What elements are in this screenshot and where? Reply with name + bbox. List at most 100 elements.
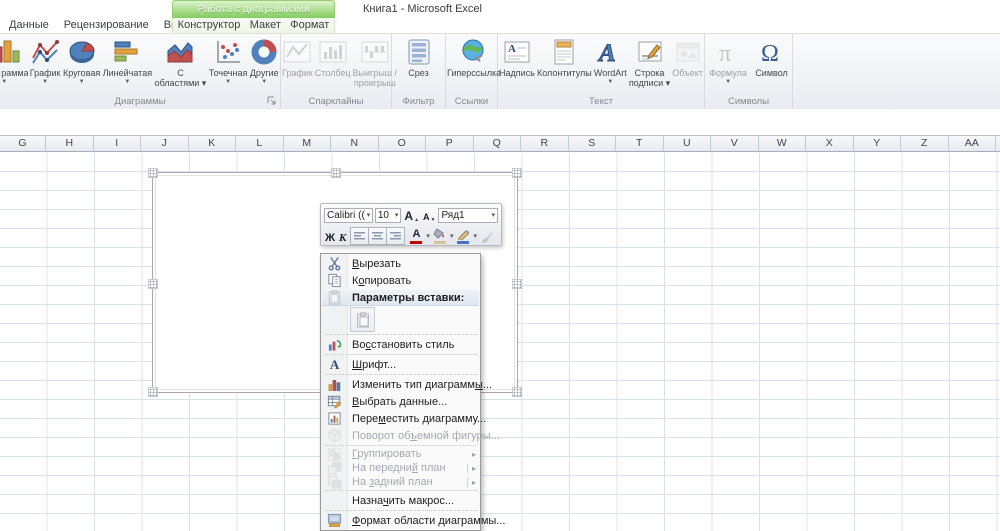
column-header-I[interactable]: I bbox=[94, 136, 141, 151]
chart-resize-handle[interactable] bbox=[512, 278, 522, 289]
italic-button[interactable]: К bbox=[338, 228, 347, 244]
header-footer-button[interactable]: Колонтитулы bbox=[536, 38, 593, 78]
grow-font-button[interactable]: А ▲ bbox=[403, 207, 420, 224]
menu-item-cut[interactable]: Вырезать bbox=[322, 255, 479, 272]
chevron-down-icon[interactable]: ▾ bbox=[426, 232, 430, 240]
svg-text:π: π bbox=[719, 41, 731, 66]
column-chart-3d-button[interactable]: рамма ▼ bbox=[0, 38, 28, 85]
scatter-chart-button[interactable]: Точечная ▼ bbox=[208, 38, 249, 85]
menu-item-bring-to-front: На передний план | ▸ bbox=[322, 461, 479, 475]
tab-review[interactable]: Рецензирование bbox=[64, 18, 149, 33]
grid-area[interactable]: Calibri (( ▾ 10 ▾ А ▲ А ▼ Ряд1 ▾ Ж К А ▾… bbox=[0, 153, 1000, 531]
signature-line-button[interactable]: Строка подписи ▾ bbox=[628, 38, 671, 88]
column-header-R[interactable]: R bbox=[521, 136, 569, 151]
ribbon-group-label: Фильтр bbox=[402, 96, 435, 107]
bold-button[interactable]: Ж bbox=[324, 228, 336, 244]
menu-item-change-chart-type[interactable]: Изменить тип диаграммы... bbox=[322, 376, 492, 393]
dialog-launcher-button[interactable] bbox=[267, 96, 277, 106]
ribbon-button-label: Круговая bbox=[62, 68, 101, 78]
contextual-tabs: Конструктор Макет Формат bbox=[172, 18, 335, 33]
paste-option-button[interactable] bbox=[350, 307, 375, 332]
omega-symbol-button[interactable]: Ω Символ bbox=[754, 38, 788, 78]
align-left-button[interactable] bbox=[350, 227, 370, 245]
clipboard-icon bbox=[322, 290, 347, 305]
chart-resize-handle[interactable] bbox=[148, 278, 158, 289]
ribbon-group-filter: Срез Фильтр bbox=[392, 34, 446, 109]
column-header-partial bbox=[996, 136, 1000, 151]
menu-item-format-chart-area[interactable]: Формат области диаграммы... bbox=[322, 512, 505, 529]
pie-chart-icon bbox=[68, 38, 96, 66]
contextual-tab-header: Работа с диаграммами bbox=[172, 0, 335, 19]
menu-item-label: Шрифт... bbox=[352, 358, 397, 371]
align-right-button[interactable] bbox=[386, 227, 406, 245]
fill-color-button[interactable] bbox=[433, 228, 447, 244]
column-header-Y[interactable]: Y bbox=[854, 136, 901, 151]
column-header-K[interactable]: K bbox=[189, 136, 236, 151]
column-header-N[interactable]: N bbox=[331, 136, 379, 151]
align-center-button[interactable] bbox=[368, 227, 388, 245]
chart-resize-handle[interactable] bbox=[148, 168, 158, 178]
shrink-font-button[interactable]: А ▼ bbox=[422, 207, 436, 223]
chevron-down-icon[interactable]: ▾ bbox=[450, 232, 454, 240]
shape-outline-button[interactable] bbox=[456, 228, 470, 244]
chart-resize-handle[interactable] bbox=[512, 387, 522, 397]
menu-item-move-chart[interactable]: Переместить диаграмму... bbox=[322, 410, 486, 427]
menu-item-label: Группировать bbox=[352, 448, 422, 460]
menu-item-assign-macro[interactable]: Назначить макрос... bbox=[322, 492, 479, 509]
column-header-W[interactable]: W bbox=[759, 136, 806, 151]
column-header-U[interactable]: U bbox=[664, 136, 711, 151]
menu-item-paste-options-header[interactable]: Параметры вставки: bbox=[322, 289, 479, 306]
chevron-down-icon[interactable]: ▾ bbox=[473, 232, 477, 240]
tab-format[interactable]: Формат bbox=[290, 18, 329, 33]
wordart-button[interactable]: A WordArt ▼ bbox=[593, 38, 628, 86]
column-header-G[interactable]: G bbox=[0, 136, 46, 151]
column-header-AA[interactable]: AA bbox=[949, 136, 996, 151]
column-header-M[interactable]: M bbox=[284, 136, 331, 151]
ribbon-button-label: Символ bbox=[755, 68, 788, 78]
tab-design[interactable]: Конструктор bbox=[178, 18, 241, 33]
chart-resize-handle[interactable] bbox=[512, 168, 522, 178]
column-header-Q[interactable]: Q bbox=[474, 136, 521, 151]
font-color-button[interactable]: А bbox=[409, 228, 423, 244]
chart-resize-handle[interactable] bbox=[148, 387, 158, 397]
column-header-L[interactable]: L bbox=[236, 136, 284, 151]
menu-item-copy[interactable]: Копировать bbox=[322, 272, 479, 289]
column-header-V[interactable]: V bbox=[711, 136, 759, 151]
object-icon bbox=[674, 38, 702, 66]
bar-chart-button[interactable]: Линейчатая ▼ bbox=[102, 38, 153, 85]
wordart-icon: A bbox=[596, 38, 624, 67]
area-chart-button[interactable]: Собластями ▾ bbox=[154, 38, 208, 88]
menu-item-label: На передний план bbox=[352, 462, 446, 474]
column-header-H[interactable]: H bbox=[46, 136, 94, 151]
ribbon-button-label: областями ▾ bbox=[154, 78, 207, 88]
column-header-S[interactable]: S bbox=[569, 136, 616, 151]
column-header-P[interactable]: P bbox=[426, 136, 474, 151]
ribbon-button-label: проигрыш bbox=[353, 78, 396, 88]
menu-item-select-data[interactable]: Выбрать данные... bbox=[322, 393, 479, 410]
menu-item-label: Переместить диаграмму... bbox=[352, 412, 487, 425]
textbox-icon: A bbox=[503, 38, 531, 66]
menu-item-font[interactable]: A Шрифт... bbox=[322, 356, 479, 373]
column-header-T[interactable]: T bbox=[616, 136, 664, 151]
paint-bucket-icon bbox=[433, 228, 444, 239]
slicer-button[interactable]: Срез bbox=[404, 38, 434, 78]
font-name-select[interactable]: Calibri (( ▾ bbox=[324, 207, 373, 223]
menu-item-paste-option[interactable] bbox=[322, 306, 479, 333]
font-size-select[interactable]: 10 ▾ bbox=[374, 207, 402, 223]
menu-item-reset-style[interactable]: Восстановить стиль bbox=[322, 336, 479, 353]
column-header-X[interactable]: X bbox=[806, 136, 854, 151]
ribbon-empty-space bbox=[793, 34, 1000, 109]
pie-chart-button[interactable]: Круговая ▼ bbox=[62, 38, 101, 85]
chart-element-select[interactable]: Ряд1 ▾ bbox=[438, 207, 498, 223]
column-header-Z[interactable]: Z bbox=[901, 136, 949, 151]
column-header-O[interactable]: O bbox=[379, 136, 426, 151]
hyperlink-globe-button[interactable]: Гиперссылка bbox=[446, 38, 502, 78]
textbox-button[interactable]: A Надпись bbox=[498, 38, 536, 78]
font-name-value: Calibri (( bbox=[327, 209, 365, 221]
tab-layout[interactable]: Макет bbox=[250, 18, 281, 33]
column-header-J[interactable]: J bbox=[141, 136, 189, 151]
line-chart-button[interactable]: График ▼ bbox=[29, 38, 62, 85]
donut-chart-button[interactable]: Другие ▼ bbox=[249, 38, 280, 85]
tab-data[interactable]: Данные bbox=[9, 18, 49, 33]
chart-resize-handle[interactable] bbox=[331, 168, 341, 178]
